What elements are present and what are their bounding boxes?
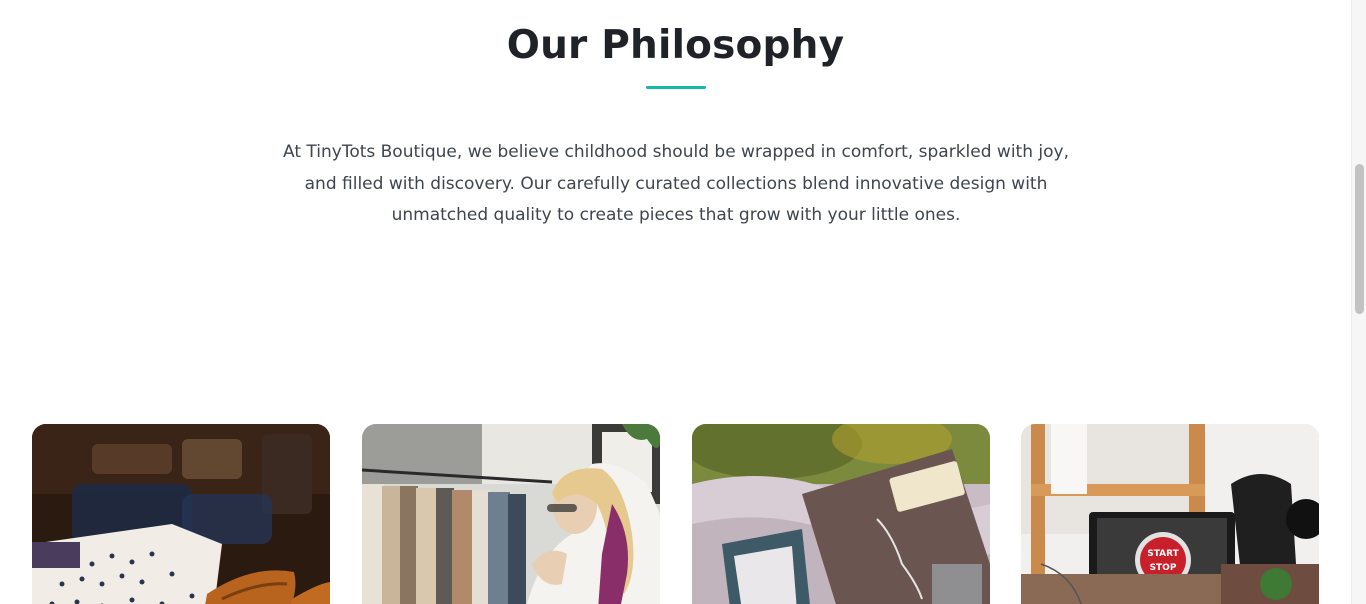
page: Our Philosophy At TinyTots Boutique, we …: [0, 0, 1351, 604]
gallery-card-laptop[interactable]: START STOP: [1021, 424, 1319, 604]
laptop-desk-image: START STOP: [1021, 424, 1319, 604]
clothing-rack-image: [362, 424, 660, 604]
title-underline: [646, 86, 706, 89]
section-title: Our Philosophy: [506, 23, 845, 68]
scrollbar-thumb[interactable]: [1355, 164, 1364, 314]
gallery-card-jewelry[interactable]: [692, 424, 990, 604]
shirts-shoes-image: [32, 424, 330, 604]
philosophy-paragraph: At TinyTots Boutique, we believe childho…: [283, 142, 1069, 225]
gallery-card-shirts-shoes[interactable]: [32, 424, 330, 604]
jewelry-gift-image: [692, 424, 990, 604]
gallery-card-clothing-rack[interactable]: [362, 424, 660, 604]
laptop-screen-stop-text: STOP: [1150, 563, 1177, 573]
vertical-scrollbar[interactable]: [1351, 0, 1366, 604]
laptop-screen-start-text: START: [1147, 549, 1179, 559]
